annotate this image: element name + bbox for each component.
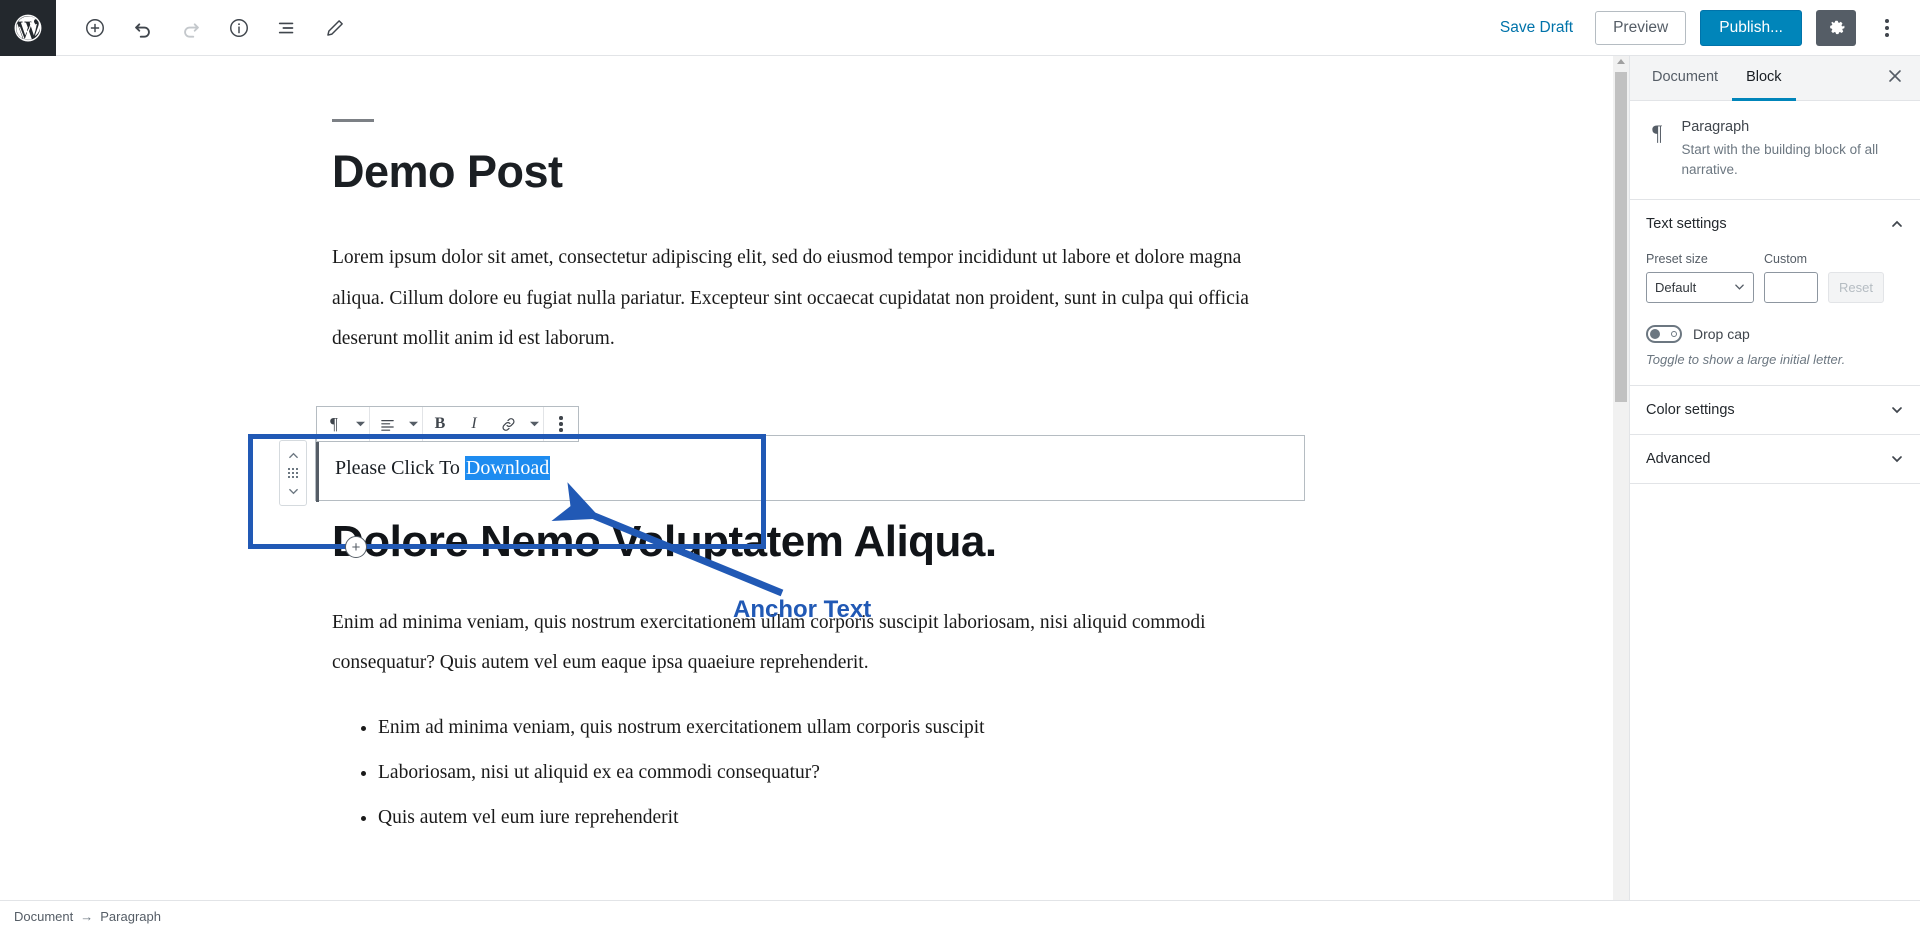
- drop-cap-label: Drop cap: [1693, 326, 1750, 343]
- tab-block[interactable]: Block: [1732, 56, 1796, 101]
- paragraph-pilcrow-icon: ¶: [1652, 120, 1663, 145]
- preset-size-field: Preset size Default: [1646, 252, 1754, 304]
- breadcrumb: Document → Paragraph: [14, 909, 161, 924]
- undo-icon[interactable]: [126, 11, 160, 45]
- block-info-card: ¶ Paragraph Start with the building bloc…: [1630, 101, 1920, 201]
- chevron-down-icon[interactable]: [280, 482, 306, 500]
- pencil-edit-icon[interactable]: [318, 11, 352, 45]
- preset-size-select[interactable]: Default: [1646, 272, 1754, 304]
- breadcrumb-block[interactable]: Paragraph: [100, 909, 161, 924]
- chevron-down-icon[interactable]: [1890, 452, 1904, 466]
- redo-icon[interactable]: [174, 11, 208, 45]
- chevron-down-icon[interactable]: [351, 407, 369, 441]
- save-draft-button[interactable]: Save Draft: [1492, 15, 1581, 41]
- anchor-text-selection[interactable]: Download: [464, 455, 551, 480]
- text-settings-body: Preset size Default Custom Reset Drop ca…: [1630, 248, 1920, 387]
- paragraph-block-1[interactable]: Lorem ipsum dolor sit amet, consectetur …: [332, 238, 1292, 360]
- chevron-down-icon[interactable]: [404, 407, 422, 441]
- drop-cap-help: Toggle to show a large initial letter.: [1646, 352, 1846, 368]
- kebab-menu-icon[interactable]: [1870, 10, 1904, 46]
- chevron-down-icon: [1734, 280, 1745, 295]
- list-item[interactable]: Enim ad minima veniam, quis nostrum exer…: [378, 708, 1332, 747]
- scroll-up-arrow-icon[interactable]: [1617, 59, 1625, 64]
- page-title[interactable]: Demo Post: [332, 146, 1332, 198]
- alignment-group: [370, 407, 423, 441]
- close-icon[interactable]: [1878, 62, 1912, 94]
- toggle-knob: [1650, 329, 1660, 340]
- info-icon[interactable]: [222, 11, 256, 45]
- preset-size-label: Preset size: [1646, 252, 1708, 267]
- text-settings-title: Text settings: [1646, 216, 1727, 233]
- color-settings-title: Color settings: [1646, 402, 1735, 419]
- list-item[interactable]: Quis autem vel eum iure reprehenderit: [378, 798, 1332, 837]
- bullet-list-block[interactable]: Enim ad minima veniam, quis nostrum exer…: [332, 708, 1332, 837]
- advanced-header[interactable]: Advanced: [1630, 435, 1920, 485]
- sidebar-tabs: Document Block: [1630, 56, 1920, 101]
- editor-scrollbar[interactable]: [1613, 56, 1629, 900]
- block-mover-controls: [279, 440, 307, 506]
- kebab-dots: [559, 416, 563, 432]
- align-left-icon[interactable]: [370, 407, 404, 441]
- block-focus-bar: [316, 436, 319, 502]
- reset-button[interactable]: Reset: [1828, 272, 1884, 304]
- title-separator: [332, 119, 374, 122]
- font-size-row: Preset size Default Custom Reset: [1646, 252, 1904, 304]
- tab-document[interactable]: Document: [1638, 56, 1732, 101]
- editor-body: Demo Post Lorem ipsum dolor sit amet, co…: [0, 56, 1920, 932]
- italic-button[interactable]: I: [457, 407, 491, 441]
- advanced-title: Advanced: [1646, 451, 1711, 468]
- section-heading[interactable]: Dolore Nemo Voluptatem Aliqua.: [332, 517, 1332, 567]
- chevron-down-icon[interactable]: [1890, 403, 1904, 417]
- block-options-group: [544, 407, 578, 441]
- block-name: Paragraph: [1681, 119, 1750, 135]
- block-description: Start with the building block of all nar…: [1681, 142, 1879, 177]
- text-settings-header[interactable]: Text settings: [1630, 200, 1920, 249]
- publish-button[interactable]: Publish...: [1700, 9, 1802, 46]
- editor-status-bar: Document → Paragraph: [0, 900, 1920, 932]
- plus-circle-icon[interactable]: +: [345, 536, 367, 558]
- chevron-up-icon[interactable]: [1890, 217, 1904, 231]
- drag-handle-icon[interactable]: [288, 468, 298, 478]
- custom-size-label: Custom: [1764, 252, 1808, 267]
- annotation-label: Anchor Text: [733, 596, 872, 623]
- editor-top-bar: Save Draft Preview Publish...: [0, 0, 1920, 56]
- wordpress-logo-icon: [13, 13, 43, 43]
- custom-size-input[interactable]: [1764, 272, 1818, 304]
- anchor-prefix-text: Please Click To: [335, 456, 465, 479]
- inline-format-group: B I: [423, 407, 544, 441]
- top-bar-actions: Save Draft Preview Publish...: [1492, 9, 1920, 46]
- add-block-icon[interactable]: [78, 11, 112, 45]
- breadcrumb-arrow-icon: →: [80, 909, 94, 924]
- chevron-up-icon[interactable]: [280, 446, 306, 464]
- wordpress-logo-button[interactable]: [0, 0, 56, 56]
- drop-cap-row: Drop cap: [1646, 325, 1904, 344]
- selected-block-text[interactable]: Please Click To Download: [316, 455, 551, 480]
- drop-cap-toggle[interactable]: [1646, 325, 1682, 344]
- preset-size-value: Default: [1655, 280, 1697, 296]
- block-type-group: ¶: [317, 407, 370, 441]
- preview-button[interactable]: Preview: [1595, 10, 1687, 45]
- editor-canvas[interactable]: Demo Post Lorem ipsum dolor sit amet, co…: [0, 56, 1629, 900]
- paragraph-pilcrow-icon[interactable]: ¶: [317, 407, 351, 441]
- kebab-dots: [1885, 18, 1889, 37]
- bold-button[interactable]: B: [423, 407, 457, 441]
- block-formatting-toolbar: ¶ B I: [316, 406, 579, 442]
- link-icon[interactable]: [491, 407, 525, 441]
- custom-size-field: Custom: [1764, 252, 1818, 304]
- list-item[interactable]: Laboriosam, nisi ut aliquid ex ea commod…: [378, 753, 1332, 792]
- chevron-down-icon[interactable]: [525, 407, 543, 441]
- settings-sidebar: Document Block ¶ Paragraph Start with th…: [1629, 56, 1920, 900]
- top-bar-left-tools: [78, 11, 352, 45]
- breadcrumb-document[interactable]: Document: [14, 909, 73, 924]
- scrollbar-thumb[interactable]: [1615, 72, 1627, 402]
- block-info-text: Paragraph Start with the building block …: [1682, 119, 1904, 179]
- block-navigation-icon[interactable]: [270, 11, 304, 45]
- toggle-knob-off: [1671, 331, 1677, 338]
- gear-icon[interactable]: [1816, 9, 1856, 46]
- selected-paragraph-block[interactable]: Please Click To Download: [315, 435, 1305, 502]
- kebab-menu-icon[interactable]: [544, 407, 578, 441]
- color-settings-header[interactable]: Color settings: [1630, 386, 1920, 436]
